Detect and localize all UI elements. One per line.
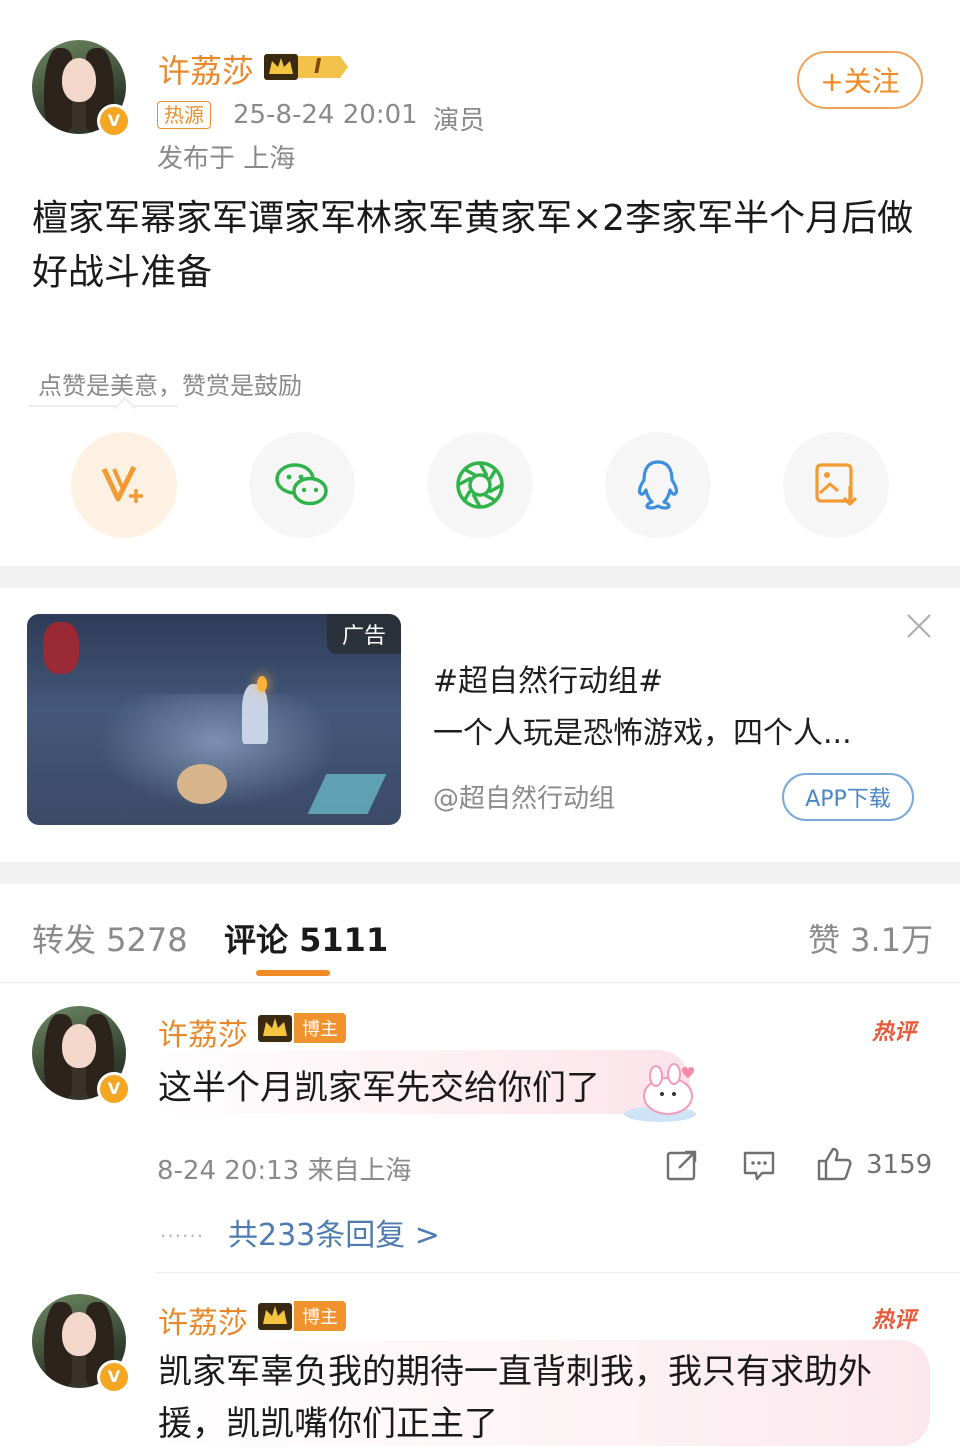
crown-icon <box>258 1015 292 1042</box>
qq-icon <box>637 460 679 510</box>
crown-icon <box>264 54 348 80</box>
post-datetime: 25-8-24 20:01 <box>233 100 418 130</box>
follow-button[interactable]: +关注 <box>797 51 923 109</box>
moments-icon <box>456 461 504 509</box>
wechat-icon <box>275 463 328 506</box>
share-wechat-button[interactable] <box>249 432 355 538</box>
verified-icon: V <box>97 104 131 138</box>
tab-repost[interactable]: 转发 5278 <box>32 915 188 961</box>
reward-button[interactable] <box>71 432 177 538</box>
post-content: 檀家军幂家军谭家军林家军黄家军×2李家军半个月后做好战斗准备 <box>32 198 914 293</box>
close-icon[interactable] <box>905 612 933 644</box>
view-replies-link[interactable]: 共233条回复 > <box>228 1210 440 1254</box>
ad-description[interactable]: 一个人玩是恐怖游戏，四个人... <box>433 708 903 752</box>
comment-author[interactable]: 许荔莎 <box>158 1298 248 1342</box>
ad-title[interactable]: #超自然行动组# <box>433 656 663 700</box>
reply-dots: ······ <box>160 1224 205 1248</box>
author-role: 演员 <box>433 106 486 136</box>
bunny-sticker-icon <box>622 1060 706 1130</box>
post-location: 发布于 上海 <box>157 144 296 174</box>
ad-tag: 广告 <box>327 614 401 654</box>
reward-tip: 点赞是美意，赞赏是鼓励 <box>38 372 302 400</box>
share-moments-button[interactable] <box>427 432 533 538</box>
comment-author[interactable]: 许荔莎 <box>158 1010 248 1054</box>
verified-icon: V <box>97 1072 131 1106</box>
blogger-badge: 博主 <box>258 1300 346 1332</box>
app-download-button[interactable]: APP下载 <box>782 773 914 821</box>
comment-text: 这半个月凯家军先交给你们了 <box>158 1068 600 1108</box>
comment-like-count: 3159 <box>866 1150 933 1180</box>
crown-icon <box>258 1303 292 1330</box>
repost-icon[interactable] <box>665 1148 699 1186</box>
save-image-button[interactable] <box>783 432 889 538</box>
comment-icon[interactable] <box>742 1148 776 1186</box>
tab-like[interactable]: 赞 3.1万 <box>808 915 933 961</box>
comment-meta: 8-24 20:13 来自上海 <box>157 1156 412 1186</box>
share-qq-button[interactable] <box>605 432 711 538</box>
tab-comment[interactable]: 评论 5111 <box>224 915 388 961</box>
blogger-badge: 博主 <box>258 1012 346 1044</box>
author-name[interactable]: 许荔莎 <box>158 46 254 92</box>
ad-account[interactable]: @超自然行动组 <box>433 778 615 815</box>
like-icon[interactable] <box>815 1145 853 1187</box>
save-image-icon <box>815 463 858 506</box>
verified-icon: V <box>97 1360 131 1394</box>
hot-comment-tag: 热评 <box>872 1020 917 1045</box>
ad-image[interactable]: 广告 <box>27 614 401 825</box>
hot-comment-tag: 热评 <box>872 1308 917 1333</box>
reward-icon <box>101 465 143 503</box>
comment-text: 凯家军辜负我的期待一直背刺我，我只有求助外援，凯凯嘴你们正主了 <box>158 1352 872 1444</box>
vip-level-badge: I <box>264 52 350 82</box>
active-tab-indicator <box>256 970 330 976</box>
hot-source-tag: 热源 <box>157 101 211 129</box>
